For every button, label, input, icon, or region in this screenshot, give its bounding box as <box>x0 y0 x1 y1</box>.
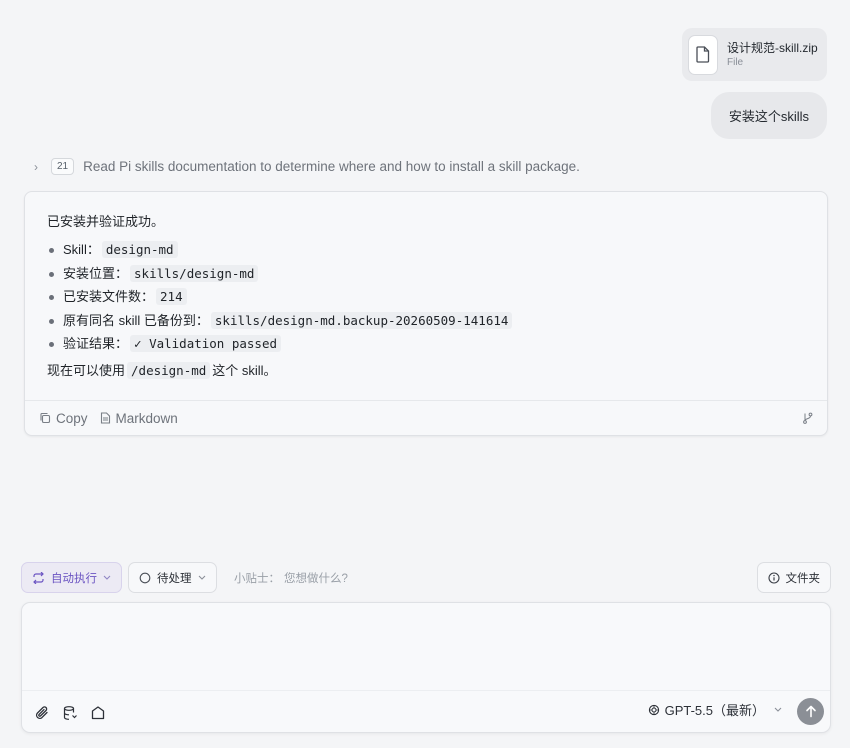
user-message: 安装这个skills <box>710 92 827 139</box>
attachment-name: 设计规范-skill.zip <box>727 40 818 55</box>
document-icon <box>100 412 111 424</box>
assistant-tail: 现在可以使用/design-md 这个 skill。 <box>47 361 277 379</box>
copy-button[interactable]: Copy <box>39 411 88 426</box>
attachment-type: File <box>727 56 744 68</box>
circle-icon <box>139 572 151 584</box>
message-actions: Copy Markdown <box>25 400 827 435</box>
markdown-button[interactable]: Markdown <box>100 411 178 426</box>
tool-step-summary: Read Pi skills documentation to determin… <box>83 159 580 174</box>
inline-code: ✓ Validation passed <box>130 335 282 352</box>
inline-code: 214 <box>156 288 187 305</box>
folder-button[interactable]: 文件夹 <box>756 562 831 593</box>
paperclip-icon[interactable] <box>34 705 50 721</box>
arrow-up-icon <box>805 705 817 718</box>
list-item: 原有同名 skill 已备份到： skills/design-md.backup-… <box>47 309 827 333</box>
repeat-icon <box>32 571 45 584</box>
message-input[interactable] <box>22 603 830 691</box>
inline-code: design-md <box>101 241 178 258</box>
tool-step-row[interactable]: › 21 Read Pi skills documentation to det… <box>34 158 580 175</box>
auto-execute-button[interactable]: 自动执行 <box>21 562 122 593</box>
tool-step-count: 21 <box>51 158 75 175</box>
list-item: Skill： design-md <box>47 238 827 262</box>
branch-icon <box>802 412 813 424</box>
tip-text: 小贴士： 您想做什么? <box>234 573 348 585</box>
composer-tools <box>34 705 106 721</box>
file-icon <box>688 34 718 75</box>
database-icon[interactable] <box>62 705 78 721</box>
attachment-card[interactable]: 设计规范-skill.zip File <box>682 28 827 81</box>
result-list: Skill： design-md 安装位置： skills/design-md 已安… <box>47 238 827 356</box>
chevron-right-icon[interactable]: › <box>34 160 42 174</box>
openai-icon <box>648 704 660 716</box>
chevron-down-icon <box>198 575 206 580</box>
list-item: 已安装文件数： 214 <box>47 285 827 309</box>
inline-code: skills/design-md.backup-20260509-141614 <box>210 311 513 329</box>
chevron-down-icon <box>103 575 111 580</box>
assistant-lead: 已安装并验证成功。 <box>47 214 165 229</box>
message-composer: GPT-5.5（最新） <box>21 602 831 733</box>
model-selector[interactable]: GPT-5.5（最新） <box>648 700 782 719</box>
chevron-down-icon <box>774 707 782 712</box>
list-item: 安装位置： skills/design-md <box>47 262 827 286</box>
send-button[interactable] <box>797 698 824 725</box>
inline-code: skills/design-md <box>130 264 259 282</box>
branch-button[interactable] <box>802 412 813 424</box>
shape-icon[interactable] <box>90 705 106 721</box>
pending-status-button[interactable]: 待处理 <box>128 562 217 593</box>
list-item: 验证结果： ✓ Validation passed <box>47 332 827 356</box>
copy-icon <box>39 412 51 424</box>
info-icon <box>767 571 780 584</box>
assistant-message-card: 已安装并验证成功。 Skill： design-md 安装位置： skills/de… <box>24 191 828 436</box>
inline-code: /design-md <box>127 361 211 379</box>
